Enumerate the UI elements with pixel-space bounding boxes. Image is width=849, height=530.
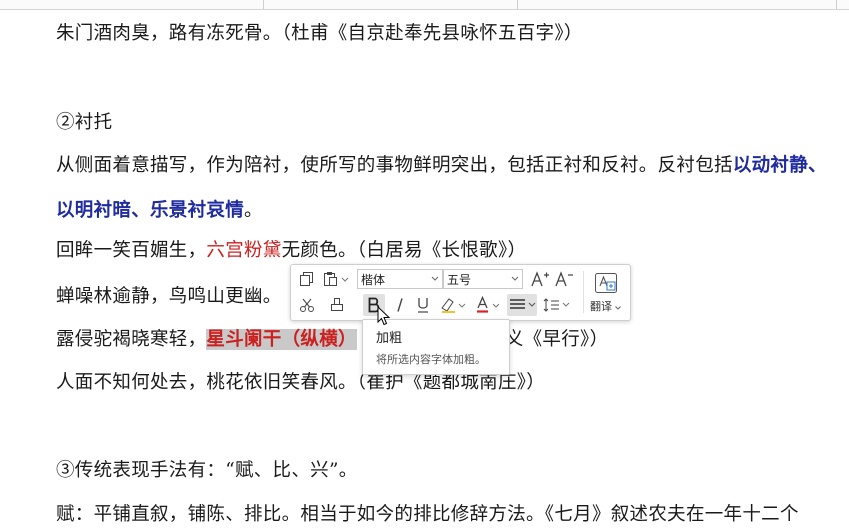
tooltip-description: 将所选内容字体加粗。 xyxy=(376,354,486,366)
decrease-font-size-button[interactable] xyxy=(553,269,575,289)
font-shrink-icon xyxy=(555,271,573,287)
floating-format-toolbar: 楷体 五号 翻译 xyxy=(290,264,631,321)
doc-paragraph: 从侧面着意描写，作为陪衬，使所写的事物鲜明突出，包括正衬和反衬。反衬包括以动衬静… xyxy=(56,154,827,178)
font-size-value: 五号 xyxy=(447,272,472,287)
tooltip-title: 加粗 xyxy=(376,330,403,345)
paragraph-text: 从侧面着意描写，作为陪衬，使所写的事物鲜明突出，包括正衬和反衬。反衬包括 xyxy=(56,155,733,176)
bold-phrase: 以明衬暗、乐景衬哀情 xyxy=(56,200,245,221)
poem-text: 回眸一笑百媚生， xyxy=(56,240,207,261)
chevron-down-icon xyxy=(615,306,621,310)
paste-icon xyxy=(324,272,349,286)
align-justify-icon xyxy=(510,299,536,309)
doc-paragraph: 赋：平铺直叙，铺陈、排比。相当于如今的排比修辞方法。《七月》叙述农夫在一年十二个 xyxy=(56,504,799,525)
line-spacing-icon xyxy=(543,298,570,312)
translate-text: 翻译 xyxy=(590,301,612,313)
copy-icon xyxy=(300,272,313,286)
increase-font-size-button[interactable] xyxy=(529,269,551,289)
highlighter-icon xyxy=(441,298,466,313)
section-heading: ②衬托 xyxy=(56,112,113,133)
underline-button[interactable] xyxy=(413,295,433,315)
poem-text: 义《早行》） xyxy=(504,329,609,350)
bold-phrase: 以动衬静、 xyxy=(732,155,827,176)
font-size-select[interactable]: 五号 xyxy=(443,269,523,289)
align-button[interactable] xyxy=(507,294,537,316)
font-name-select[interactable]: 楷体 xyxy=(357,269,443,289)
translate-icon xyxy=(595,273,617,293)
paste-button[interactable] xyxy=(321,269,351,289)
translate-button[interactable] xyxy=(589,269,623,297)
italic-button[interactable] xyxy=(390,295,410,315)
paragraph-text: 。 xyxy=(244,200,263,221)
chevron-down-icon xyxy=(431,276,439,281)
poem-text: 无颜色。（白居易《长恨歌》） xyxy=(281,240,527,261)
underline-icon xyxy=(418,298,428,313)
font-color-icon xyxy=(477,296,500,313)
translate-label[interactable]: 翻译 xyxy=(590,298,621,314)
poem-line: 回眸一笑百媚生，六宫粉黛无颜色。（白居易《长恨歌》） xyxy=(56,239,526,263)
chevron-down-icon xyxy=(511,276,519,281)
selected-red-phrase[interactable]: 星斗阑干（纵横） xyxy=(206,329,357,350)
bold-tooltip: 加粗 将所选内容字体加粗。 xyxy=(362,319,510,375)
toolbar-separator xyxy=(583,271,584,313)
doc-paragraph: 以明衬暗、乐景衬哀情。 xyxy=(56,199,263,223)
font-name-value: 楷体 xyxy=(361,272,386,287)
italic-icon xyxy=(397,298,403,312)
scissors-icon xyxy=(300,298,314,312)
poem-line: 露侵驼褐晓寒轻，星斗阑干（纵横） 义《早行》） xyxy=(56,328,608,352)
line-spacing-button[interactable] xyxy=(541,295,571,315)
red-phrase: 六宫粉黛 xyxy=(206,240,282,261)
font-color-button[interactable] xyxy=(474,295,504,315)
section-heading: ③传统表现手法有：“赋、比、兴”。 xyxy=(56,460,358,481)
format-painter-button[interactable] xyxy=(297,295,317,315)
highlight-button[interactable] xyxy=(438,295,468,315)
poem-text: 露侵驼褐晓寒轻， xyxy=(56,329,207,350)
font-grow-icon xyxy=(531,271,549,287)
poem-line: 蝉噪林逾静，鸟鸣山更幽。 xyxy=(56,286,282,307)
clear-format-button[interactable] xyxy=(327,295,347,315)
eraser-icon xyxy=(331,298,343,311)
copy-button[interactable] xyxy=(297,269,317,289)
doc-line: 朱门酒肉臭，路有冻死骨。（杜甫《自京赴奉先县咏怀五百字》） xyxy=(56,23,583,44)
mouse-pointer-icon xyxy=(377,306,391,326)
